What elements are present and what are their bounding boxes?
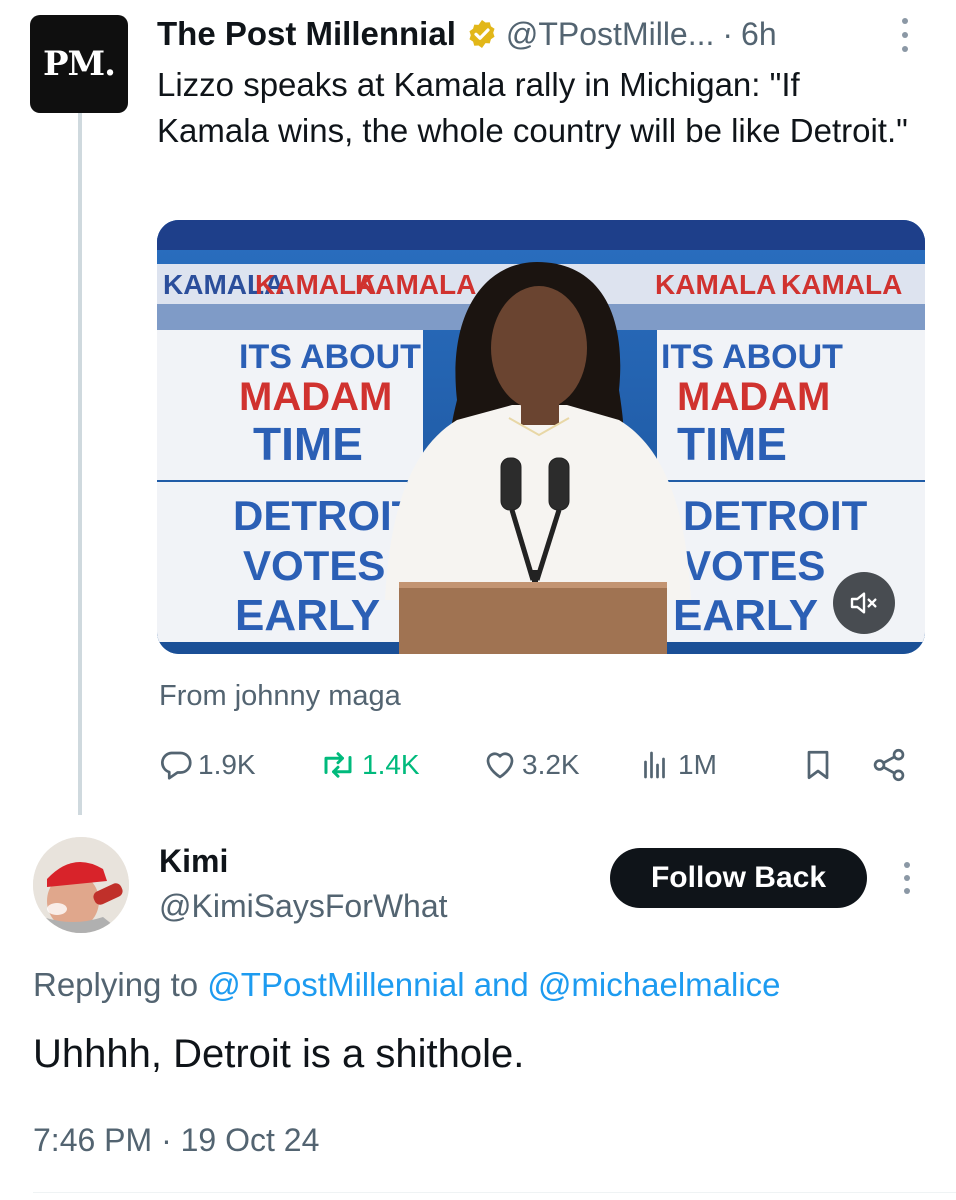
avatar-photo bbox=[33, 837, 129, 933]
author-name[interactable]: The Post Millennial bbox=[157, 15, 456, 53]
reply-action[interactable]: 1.9K bbox=[158, 745, 256, 785]
post-header: The Post Millennial @TPostMille... · 6h bbox=[157, 12, 777, 56]
poster-text: VOTES bbox=[683, 542, 825, 589]
divider bbox=[33, 1192, 956, 1193]
post-time[interactable]: 6h bbox=[741, 16, 777, 53]
poster-text: EARLY bbox=[673, 591, 818, 640]
share-button[interactable] bbox=[870, 745, 912, 785]
poster-text: MADAM bbox=[677, 375, 830, 419]
poster-text: ITS ABOUT bbox=[239, 338, 421, 376]
author-avatar[interactable]: PM. bbox=[30, 15, 128, 113]
follow-back-button[interactable]: Follow Back bbox=[610, 848, 867, 908]
separator-dot: · bbox=[722, 15, 734, 52]
reply-count: 1.9K bbox=[198, 749, 256, 780]
reply-more-icon[interactable] bbox=[897, 862, 917, 894]
kamala-sign-text: KAMALA bbox=[355, 269, 476, 300]
poster-text: DETROIT bbox=[233, 492, 418, 539]
and-link[interactable]: and bbox=[474, 966, 529, 1003]
poster-text: MADAM bbox=[239, 375, 392, 419]
reply-timestamp[interactable]: 7:46 PM · 19 Oct 24 bbox=[33, 1122, 319, 1159]
replying-to-line: Replying to @TPostMillennial and @michae… bbox=[33, 966, 781, 1004]
poster-text: TIME bbox=[677, 418, 787, 470]
post-text: Lizzo speaks at Kamala rally in Michigan… bbox=[157, 66, 908, 149]
author-handle[interactable]: @TPostMille... bbox=[506, 16, 715, 53]
bookmark-icon bbox=[807, 750, 829, 780]
heart-icon bbox=[486, 752, 514, 779]
video-frame: KAMALA KAMALA KAMALA KAMALA KAMALA ITS A… bbox=[157, 220, 925, 654]
mute-button[interactable] bbox=[833, 572, 895, 634]
reply-avatar[interactable] bbox=[33, 837, 129, 933]
repost-count: 1.4K bbox=[362, 749, 420, 780]
repost-icon bbox=[324, 752, 352, 778]
reply-icon bbox=[161, 751, 192, 780]
repost-action[interactable]: 1.4K bbox=[318, 745, 420, 785]
share-icon bbox=[873, 748, 905, 782]
like-count: 3.2K bbox=[522, 749, 580, 780]
mention-link[interactable]: @michaelmalice bbox=[538, 966, 781, 1003]
poster-text: ITS ABOUT bbox=[661, 338, 843, 376]
replying-prefix: Replying to bbox=[33, 966, 199, 1003]
reply-author-handle[interactable]: @KimiSaysForWhat bbox=[159, 888, 448, 925]
avatar-logo-text: PM. bbox=[42, 44, 116, 84]
like-action[interactable]: 3.2K bbox=[482, 745, 580, 785]
post-more-icon[interactable] bbox=[895, 18, 915, 52]
kamala-sign-text: KAMALA bbox=[655, 269, 776, 300]
views-icon bbox=[644, 751, 665, 779]
reply-text: Uhhhh, Detroit is a shithole. bbox=[33, 1032, 525, 1076]
media-source[interactable]: From johnny maga bbox=[159, 680, 401, 713]
poster-text: VOTES bbox=[243, 542, 385, 589]
post-video[interactable]: KAMALA KAMALA KAMALA KAMALA KAMALA ITS A… bbox=[157, 220, 925, 654]
bookmark-button[interactable] bbox=[800, 745, 840, 785]
speaker-muted-icon bbox=[850, 592, 877, 614]
views-count: 1M bbox=[678, 749, 717, 780]
thread-line bbox=[78, 113, 82, 815]
mention-link[interactable]: @TPostMillennial bbox=[207, 966, 464, 1003]
views-action[interactable]: 1M bbox=[638, 745, 717, 785]
poster-text: EARLY bbox=[235, 591, 380, 640]
verified-badge-icon bbox=[469, 20, 495, 48]
poster-text: DETROIT bbox=[683, 492, 868, 539]
reply-author-name[interactable]: Kimi bbox=[159, 843, 228, 880]
kamala-sign-text: KAMALA bbox=[781, 269, 902, 300]
poster-text: TIME bbox=[253, 418, 363, 470]
